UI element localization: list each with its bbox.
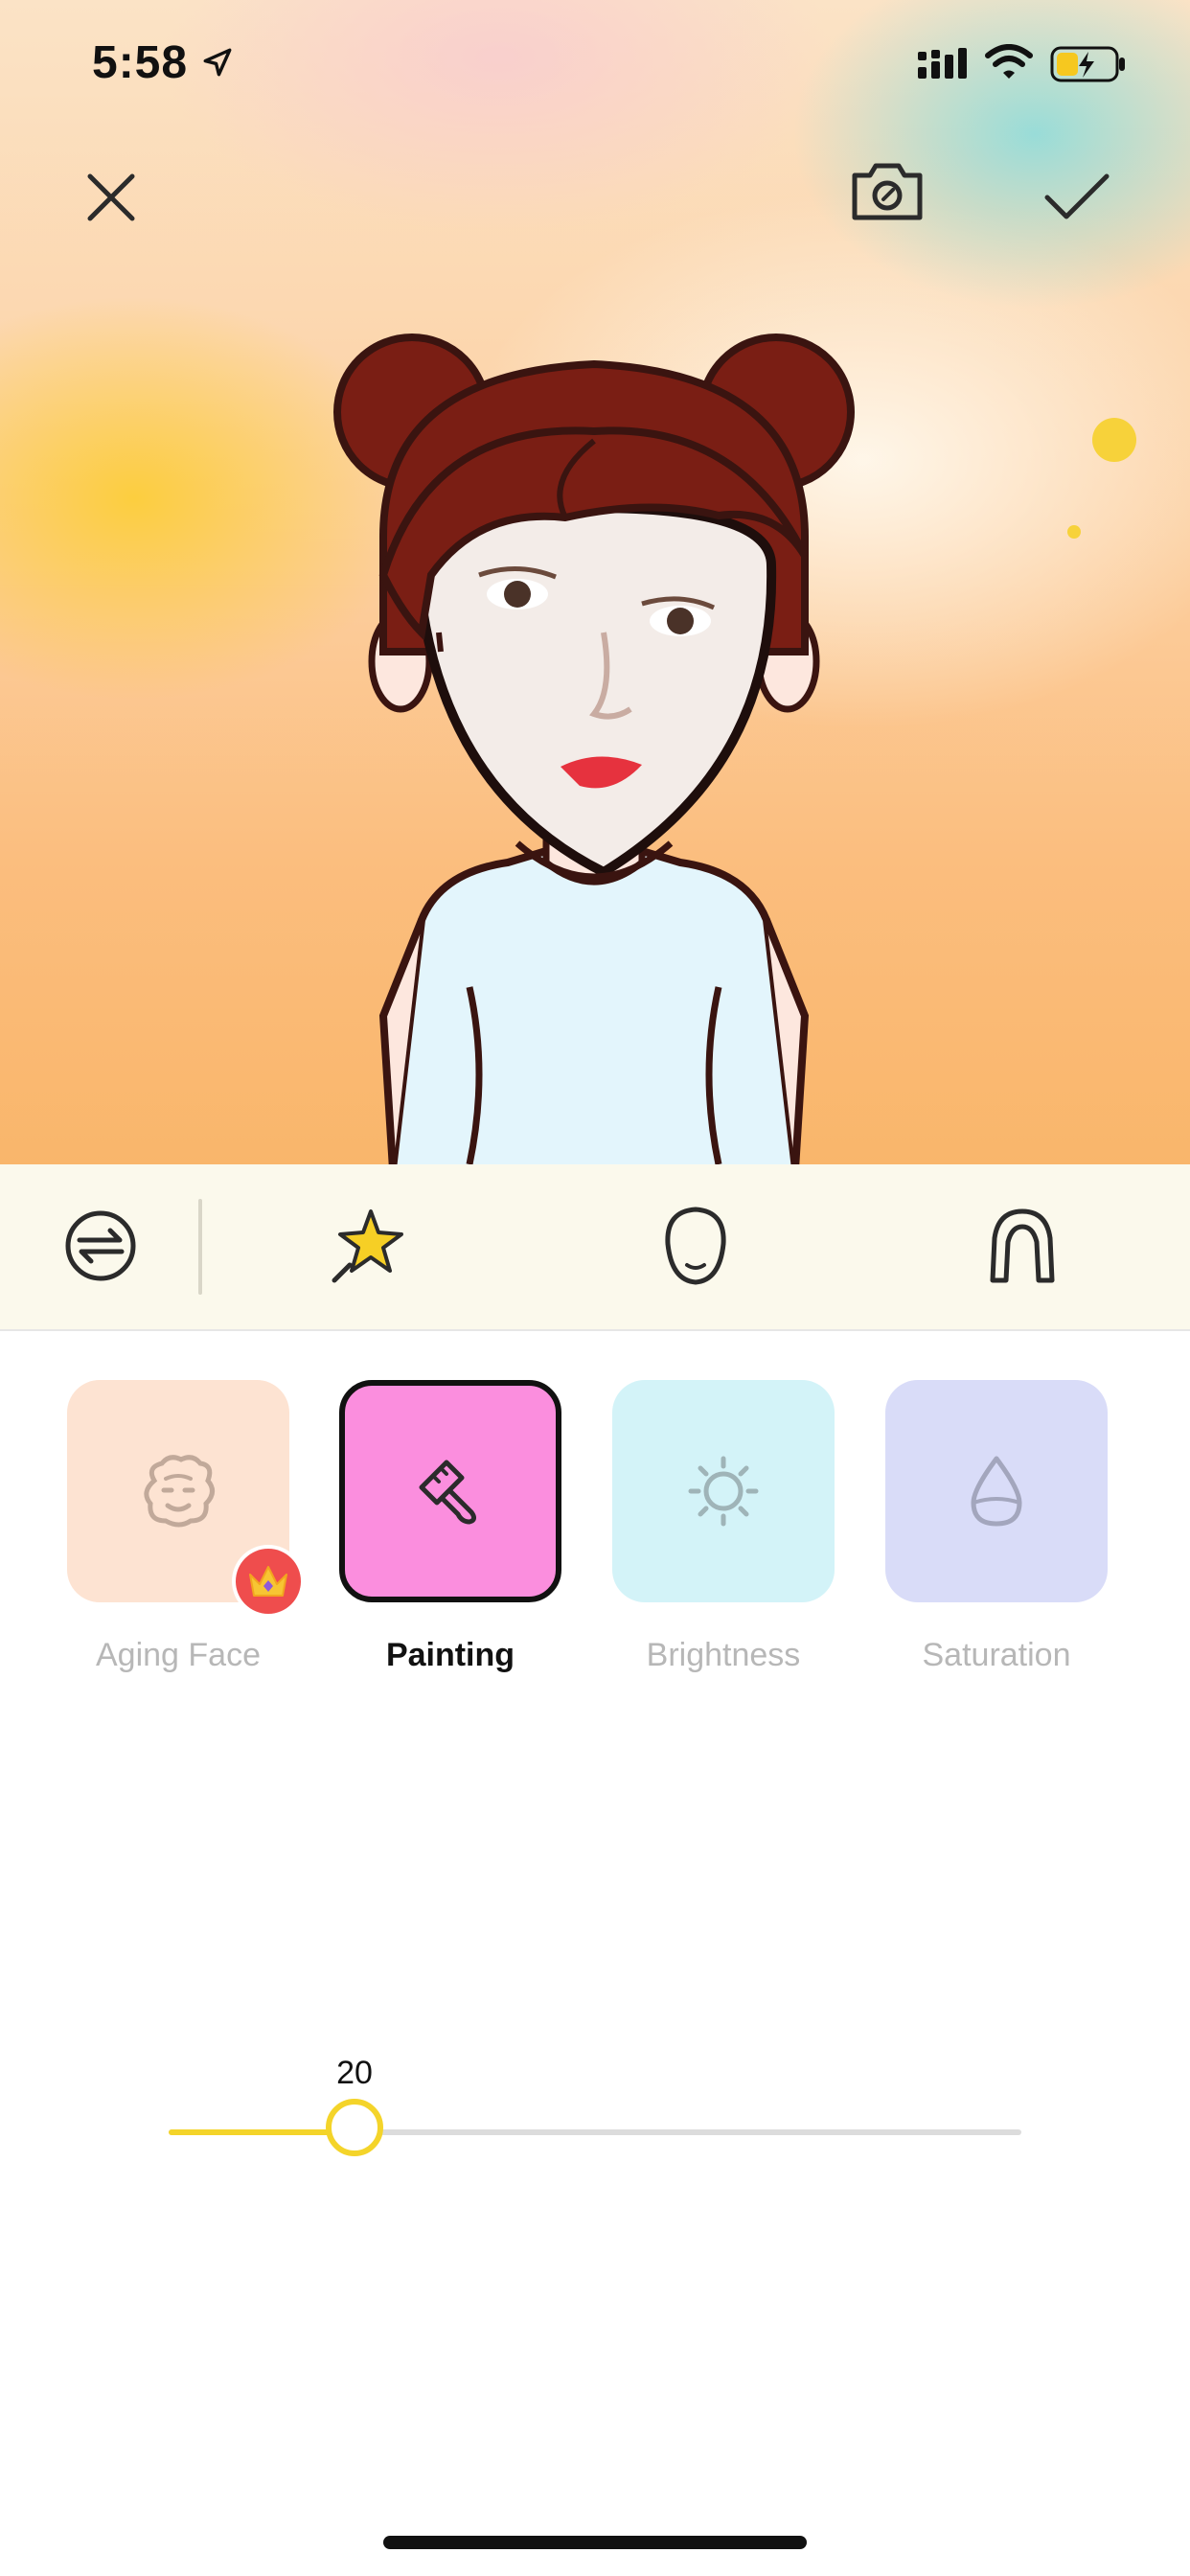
filter-tile[interactable] — [339, 1380, 561, 1602]
filter-label: Aging Face — [96, 1637, 261, 1673]
camera-button[interactable] — [839, 144, 935, 240]
confirm-button[interactable] — [1029, 150, 1125, 245]
wifi-icon — [985, 44, 1033, 79]
aging-face-icon — [144, 1455, 215, 1528]
premium-badge — [232, 1545, 305, 1618]
magic-star-icon — [332, 1209, 403, 1283]
swap-icon — [65, 1210, 136, 1281]
avatar-canvas: 5:58 — [0, 0, 1190, 1164]
filter-tile[interactable] — [612, 1380, 835, 1602]
crown-icon — [249, 1566, 287, 1597]
face-shape-icon — [665, 1207, 726, 1285]
slider-value: 20 — [336, 2055, 373, 2091]
filter-tile[interactable] — [67, 1380, 305, 1618]
tool-magic[interactable] — [316, 1193, 422, 1299]
status-bar: 5:58 — [0, 0, 1190, 125]
checkmark-icon — [1044, 173, 1110, 219]
tool-face-shape[interactable] — [643, 1193, 748, 1299]
paint-brush-icon — [419, 1460, 477, 1525]
filter-label: Saturation — [922, 1637, 1071, 1673]
hair-icon — [990, 1208, 1055, 1283]
tool-hair[interactable] — [970, 1193, 1075, 1299]
status-time: 5:58 — [92, 37, 189, 88]
intensity-slider[interactable]: 20 — [169, 2041, 1021, 2156]
filter-painting[interactable]: Painting — [339, 1380, 561, 1674]
filter-label: Painting — [385, 1637, 515, 1673]
close-button[interactable] — [63, 150, 159, 245]
home-indicator — [383, 2536, 807, 2549]
sun-icon — [688, 1456, 759, 1527]
filter-list: Aging Face Painting Brightness Saturatio… — [0, 1380, 1190, 1696]
tool-divider — [198, 1199, 202, 1295]
filter-tile[interactable] — [885, 1380, 1108, 1602]
camera-icon — [852, 163, 923, 220]
cellular-signal-icon — [918, 48, 967, 79]
filter-brightness[interactable]: Brightness — [612, 1380, 835, 1674]
location-arrow-icon — [203, 48, 232, 77]
swap-button[interactable] — [48, 1193, 153, 1299]
battery-charging-icon — [1050, 46, 1125, 82]
filter-aging-face[interactable]: Aging Face — [67, 1380, 305, 1674]
paint-splash — [1067, 525, 1081, 539]
drop-icon — [971, 1456, 1022, 1527]
avatar-shirt — [389, 847, 799, 1164]
filter-label: Brightness — [646, 1637, 801, 1673]
slider-thumb[interactable] — [326, 2099, 383, 2156]
close-icon — [87, 173, 135, 221]
cartoon-avatar — [333, 334, 855, 1164]
tool-bar — [0, 1164, 1190, 1331]
filter-saturation[interactable]: Saturation — [885, 1380, 1108, 1674]
paint-splash — [1092, 418, 1136, 462]
